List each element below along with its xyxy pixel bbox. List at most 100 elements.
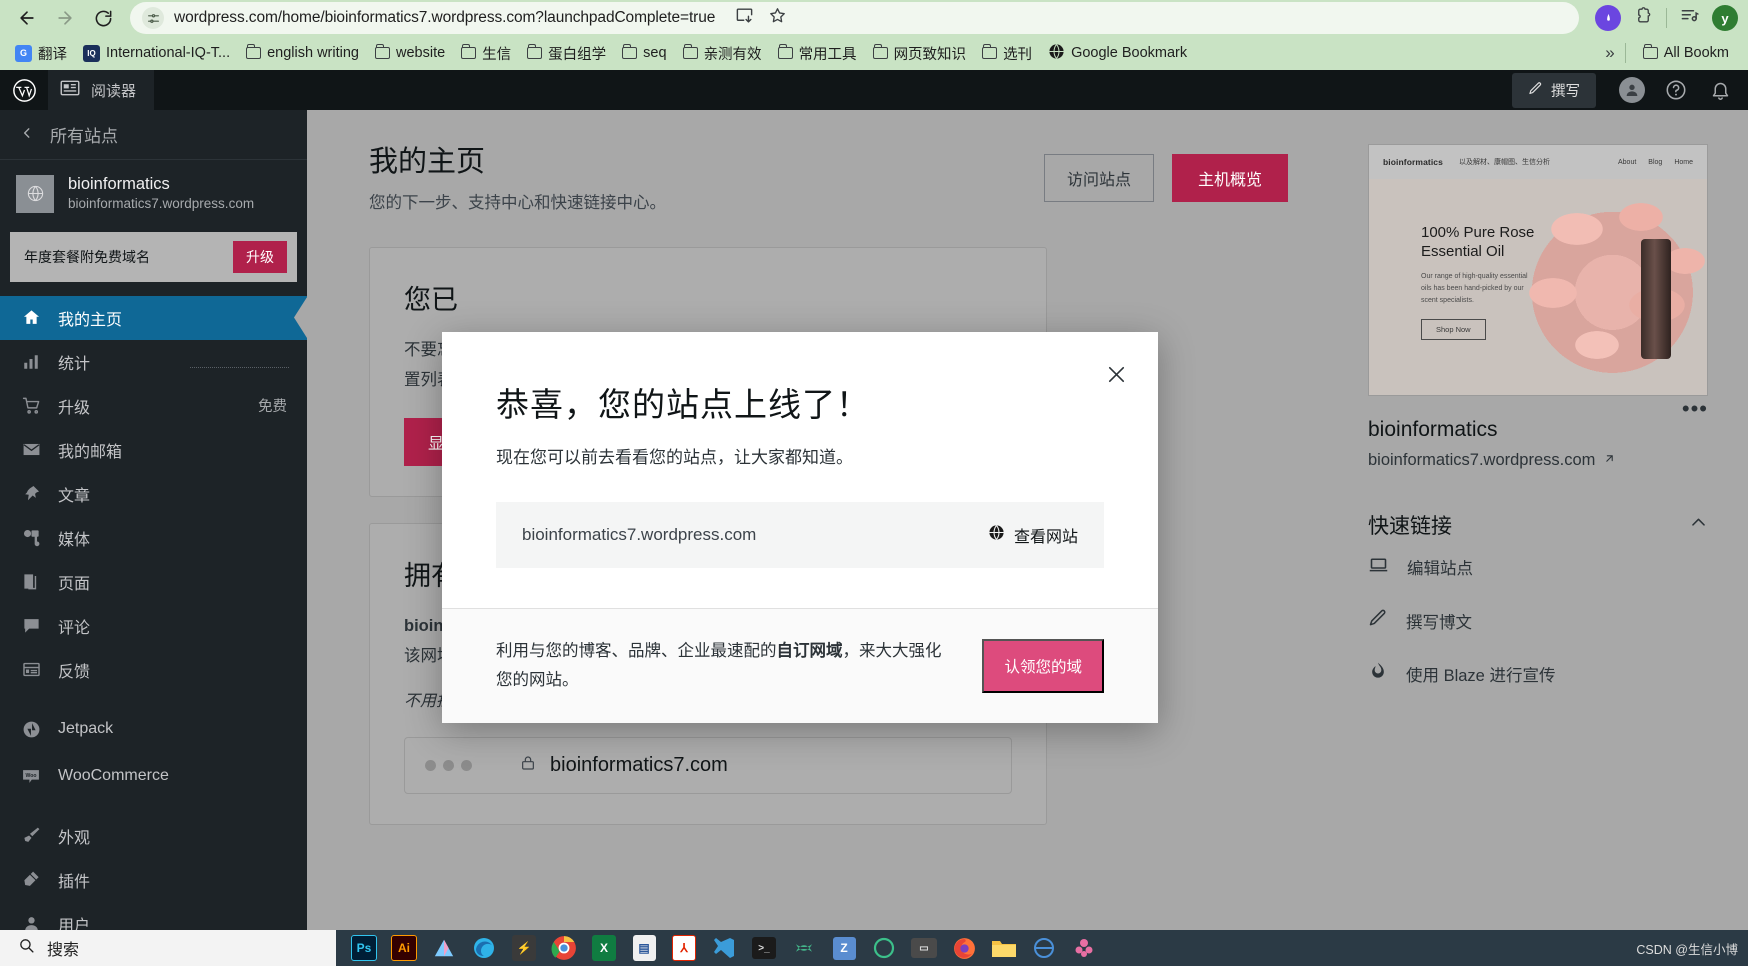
sidebar-item-feedback[interactable]: 反馈 (0, 648, 307, 692)
reader-button[interactable]: 阅读器 (48, 70, 155, 110)
sidebar-item-posts[interactable]: 文章 (0, 472, 307, 516)
all-bookmarks-button[interactable]: All Bookm (1636, 42, 1736, 64)
home-icon (20, 308, 42, 327)
write-button[interactable]: 撰写 (1512, 72, 1596, 108)
reader-icon (60, 80, 80, 100)
user-avatar-button[interactable] (1610, 70, 1654, 110)
bookmark-item[interactable]: 亲测有效 (676, 40, 769, 67)
bookmark-item[interactable]: 蛋白组学 (520, 40, 613, 67)
taskbar-search[interactable]: 搜索 (0, 936, 336, 960)
install-app-icon[interactable] (735, 6, 754, 30)
address-bar[interactable]: wordpress.com/home/bioinformatics7.wordp… (130, 2, 1579, 34)
sidebar-item-appearance[interactable]: 外观 (0, 814, 307, 858)
blaze-icon (1368, 661, 1388, 686)
sidebar-item-jetpack[interactable]: Jetpack (0, 710, 307, 749)
chevron-left-icon (20, 125, 34, 145)
upgrade-banner-button[interactable]: 升级 (233, 240, 287, 273)
taskbar-app-excel[interactable]: X (586, 932, 622, 964)
sidebar-item-media[interactable]: 媒体 (0, 516, 307, 560)
taskbar-app-vscode[interactable] (706, 932, 742, 964)
taskbar-app-explorer[interactable] (986, 932, 1022, 964)
bookmark-item[interactable]: 生信 (454, 40, 518, 67)
site-more-options-button[interactable]: ••• (1682, 396, 1708, 422)
browser-toolbar-right: y (1583, 5, 1738, 31)
taskbar-apps: Ps Ai ⚡ X ▤ ⅄ >_ Z ▭ CSDN @生信小博 (336, 930, 1748, 966)
help-button[interactable] (1654, 70, 1698, 110)
taskbar-app-zotero[interactable]: Z (826, 932, 862, 964)
wp-sidebar: 所有站点 bioinformatics bioinformatics7.word… (0, 110, 307, 966)
taskbar-app-window[interactable]: ▭ (906, 932, 942, 964)
taskbar-app-terminal[interactable]: >_ (746, 932, 782, 964)
wordpress-logo-icon[interactable] (0, 78, 48, 103)
sidebar-item-woocommerce[interactable]: Woo WooCommerce (0, 757, 307, 796)
quick-link-write-post[interactable]: 撰写博文 (1368, 594, 1708, 647)
taskbar-app-anaconda[interactable] (786, 932, 822, 964)
taskbar-app-photoshop[interactable]: Ps (346, 932, 382, 964)
sidebar-item-pages[interactable]: 页面 (0, 560, 307, 604)
current-site-card[interactable]: bioinformatics bioinformatics7.wordpress… (0, 160, 307, 224)
quick-link-blaze[interactable]: 使用 Blaze 进行宣传 (1368, 647, 1708, 700)
site-settings-icon[interactable] (142, 7, 164, 29)
taskbar-app-paint[interactable] (1066, 932, 1102, 964)
sidebar-item-stats[interactable]: 统计 (0, 340, 307, 384)
sidebar-item-comments[interactable]: 评论 (0, 604, 307, 648)
upgrade-banner[interactable]: 年度套餐附免费域名 升级 (10, 231, 297, 282)
bookmark-item[interactable]: seq (615, 42, 673, 64)
taskbar-app-illustrator[interactable]: Ai (386, 932, 422, 964)
domain-suggestion-text: bioinformatics7.com (550, 753, 728, 776)
site-preview[interactable]: bioinformatics 以及解材、康帽图、生信分析 About Blog … (1368, 144, 1708, 396)
taskbar-app-chrome[interactable] (546, 932, 582, 964)
folder-icon (527, 44, 543, 59)
modal-footer: 利用与您的博客、品牌、企业最速配的自订网域，来大大强化您的网站。 认领您的域 (442, 608, 1158, 723)
close-icon[interactable] (1100, 358, 1132, 390)
taskbar-app-firefox[interactable] (946, 932, 982, 964)
taskbar-app-adobe-color[interactable] (426, 932, 462, 964)
sidebar-item-my-home[interactable]: 我的主页 (0, 295, 307, 340)
sidebar-item-my-mailboxes[interactable]: 我的邮箱 (0, 428, 307, 472)
sidebar-item-label: 统计 (58, 355, 91, 373)
extensions-icon[interactable] (1634, 6, 1653, 30)
sidebar-item-upgrades[interactable]: 升级 免费 (0, 384, 307, 428)
host-overview-button[interactable]: 主机概览 (1171, 154, 1288, 202)
taskbar-app-typora[interactable] (866, 932, 902, 964)
taskbar-app-browser2[interactable] (1026, 932, 1062, 964)
star-icon[interactable] (768, 6, 787, 30)
view-site-link[interactable]: 查看网站 (988, 523, 1078, 547)
pen-profile-icon[interactable] (1595, 5, 1621, 31)
bookmark-item[interactable]: 选刊 (975, 40, 1039, 67)
notifications-button[interactable] (1698, 70, 1742, 110)
bookmark-item[interactable]: G 翻译 (8, 40, 74, 67)
all-sites-back-button[interactable]: 所有站点 (0, 110, 307, 160)
quick-links-header[interactable]: 快速链接 (1368, 510, 1708, 540)
chevron-up-icon[interactable] (1689, 513, 1708, 538)
search-icon (18, 937, 35, 959)
profile-avatar[interactable]: y (1712, 5, 1738, 31)
preview-bottle-image (1641, 239, 1671, 359)
quick-link-label: 撰写博文 (1406, 613, 1472, 632)
rail-site-url-row[interactable]: bioinformatics7.wordpress.com (1368, 451, 1708, 470)
bookmark-item[interactable]: 常用工具 (771, 40, 864, 67)
bookmark-label: 常用工具 (798, 46, 857, 63)
bookmarks-overflow-button[interactable]: » (1605, 43, 1614, 63)
wordpress-app: 阅读器 撰写 所有站点 bioinformatics bioinformatic… (0, 70, 1748, 966)
bookmark-item[interactable]: 网页致知识 (866, 40, 974, 67)
sidebar-item-plugins[interactable]: 插件 (0, 858, 307, 902)
taskbar-app-word-viewer[interactable]: ▤ (626, 932, 662, 964)
bookmark-item[interactable]: website (368, 42, 452, 64)
taskbar-app-acrobat[interactable]: ⅄ (666, 932, 702, 964)
quick-link-edit-site[interactable]: 编辑站点 (1368, 540, 1708, 594)
visit-site-button[interactable]: 访问站点 (1043, 154, 1154, 202)
reload-button[interactable] (86, 1, 120, 35)
bookmark-item[interactable]: IQ International-IQ-T... (76, 42, 237, 65)
bookmark-item[interactable]: english writing (239, 42, 366, 64)
back-button[interactable] (10, 1, 44, 35)
preview-tagline: 以及解材、康帽图、生信分析 (1458, 159, 1550, 166)
taskbar-app-edge[interactable] (466, 932, 502, 964)
claim-domain-button[interactable]: 认领您的域 (982, 638, 1104, 693)
reading-list-icon[interactable] (1680, 6, 1699, 30)
domain-suggestion-row[interactable]: bioinformatics7.com (404, 736, 1012, 794)
taskbar-app-sublime[interactable]: ⚡ (506, 932, 542, 964)
address-bar-url: wordpress.com/home/bioinformatics7.wordp… (174, 9, 716, 26)
forward-button[interactable] (48, 1, 82, 35)
bookmark-item[interactable]: Google Bookmark (1041, 40, 1194, 67)
